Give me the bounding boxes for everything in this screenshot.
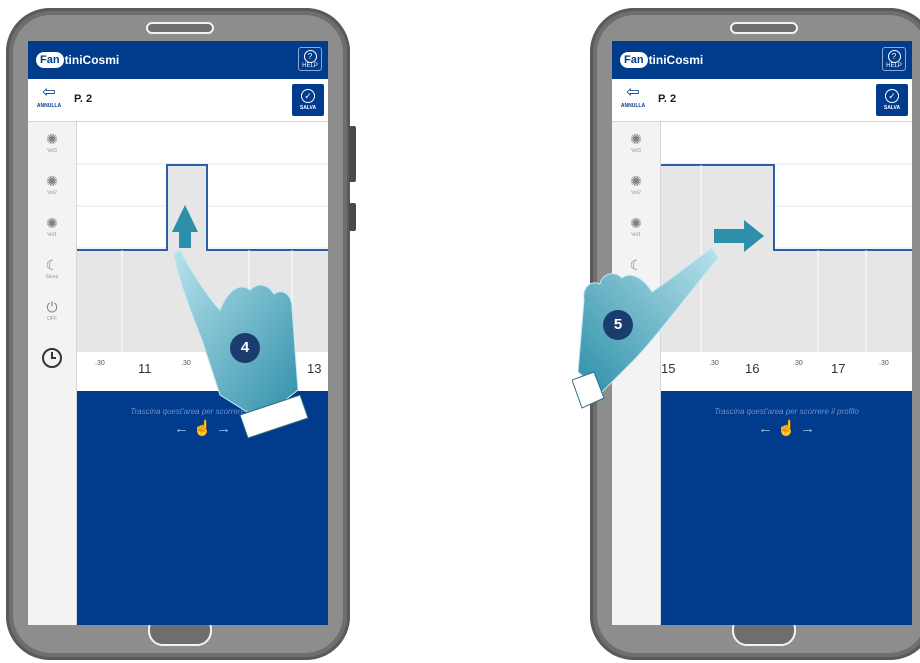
- exit-icon: ⇦: [42, 84, 56, 101]
- save-button[interactable]: ✓ SALVA: [876, 84, 908, 116]
- fan-speed-3-icon: ✺: [46, 131, 58, 147]
- program-title: P. 2: [74, 93, 93, 105]
- mode-off[interactable]: ⏻ OFF: [28, 298, 76, 322]
- drag-scroll-area[interactable]: Trascina quest'area per scorrere il prof…: [661, 391, 912, 625]
- sleep-moon-icon: ☾: [45, 257, 59, 273]
- check-circle-icon: ✓: [885, 89, 899, 103]
- program-header: ⇦ ANNULLA P. 2 ✓ SALVA: [612, 79, 912, 122]
- cancel-label: ANNULLA: [36, 103, 62, 109]
- top-bar: Fan tiniCosmi ? HELP: [612, 41, 912, 79]
- mode-label: Vel3: [47, 148, 57, 154]
- mode-vel3[interactable]: ✺ Vel3: [612, 130, 660, 154]
- logo-text: tiniCosmi: [64, 53, 120, 67]
- step-badge: 5: [603, 310, 633, 340]
- fan-speed-2-icon: ✺: [630, 173, 642, 189]
- mode-label: OFF: [47, 316, 57, 322]
- fan-speed-2-icon: ✺: [46, 173, 58, 189]
- help-icon: ?: [303, 50, 317, 63]
- hand-icon: [577, 247, 719, 393]
- mode-vel1[interactable]: ✺ Vel1: [28, 214, 76, 238]
- top-bar: Fan tiniCosmi ? HELP: [28, 41, 328, 79]
- exit-icon: ⇦: [626, 84, 640, 101]
- swipe-gesture-icon: ← ☝ →: [757, 420, 815, 437]
- cancel-button[interactable]: ⇦ ANNULLA: [616, 83, 650, 117]
- drag-up-arrow-icon: [172, 205, 198, 248]
- power-icon: ⏻: [46, 299, 58, 315]
- mode-sleep[interactable]: ☾ Sleep: [28, 256, 76, 280]
- hand-pointer-overlay-left: [172, 205, 309, 439]
- drag-right-arrow-icon: [714, 220, 764, 252]
- tick-label: .30: [793, 360, 803, 367]
- mode-label: Vel2: [631, 190, 641, 196]
- help-label: HELP: [886, 63, 902, 69]
- clock-icon: [42, 348, 62, 368]
- mode-vel2[interactable]: ✺ Vel2: [28, 172, 76, 196]
- help-button[interactable]: ? HELP: [882, 47, 906, 71]
- mode-label: Vel2: [47, 190, 57, 196]
- hand-pointer-overlay-right: [572, 220, 764, 409]
- mode-vel3[interactable]: ✺ Vel3: [28, 130, 76, 154]
- program-title: P. 2: [658, 93, 677, 105]
- help-label: HELP: [302, 63, 318, 69]
- logo-badge: Fan: [36, 52, 64, 68]
- save-label: SALVA: [883, 105, 901, 111]
- program-header: ⇦ ANNULLA P. 2 ✓ SALVA: [28, 79, 328, 122]
- save-label: SALVA: [299, 105, 317, 111]
- tick-label: .30: [879, 360, 889, 367]
- power-side-button[interactable]: [349, 203, 356, 231]
- mode-vel2[interactable]: ✺ Vel2: [612, 172, 660, 196]
- brand-logo: Fan tiniCosmi: [620, 50, 703, 70]
- logo-badge: Fan: [620, 52, 648, 68]
- cancel-label: ANNULLA: [620, 103, 646, 109]
- fan-speed-3-icon: ✺: [630, 131, 642, 147]
- phone-speaker: [146, 22, 214, 34]
- volume-button[interactable]: [349, 126, 356, 182]
- brand-logo: Fan tiniCosmi: [36, 50, 119, 70]
- step-badge: 4: [230, 333, 260, 363]
- phone-speaker: [730, 22, 798, 34]
- tick-label: 17: [831, 361, 846, 376]
- mode-label: Vel1: [47, 232, 57, 238]
- time-axis-button[interactable]: [28, 348, 76, 373]
- fan-speed-1-icon: ✺: [46, 215, 58, 231]
- check-circle-icon: ✓: [301, 89, 315, 103]
- profile-fill-low: [774, 250, 912, 352]
- logo-text: tiniCosmi: [648, 53, 704, 67]
- mode-sidebar: ✺ Vel3 ✺ Vel2 ✺ Vel1 ☾ Sleep ⏻ OFF: [28, 122, 77, 625]
- mode-label: Vel3: [631, 148, 641, 154]
- help-icon: ?: [887, 50, 901, 63]
- save-button[interactable]: ✓ SALVA: [292, 84, 324, 116]
- mode-label: Sleep: [45, 274, 59, 280]
- cancel-button[interactable]: ⇦ ANNULLA: [32, 83, 66, 117]
- help-button[interactable]: ? HELP: [298, 47, 322, 71]
- tick-label: .30: [95, 360, 105, 367]
